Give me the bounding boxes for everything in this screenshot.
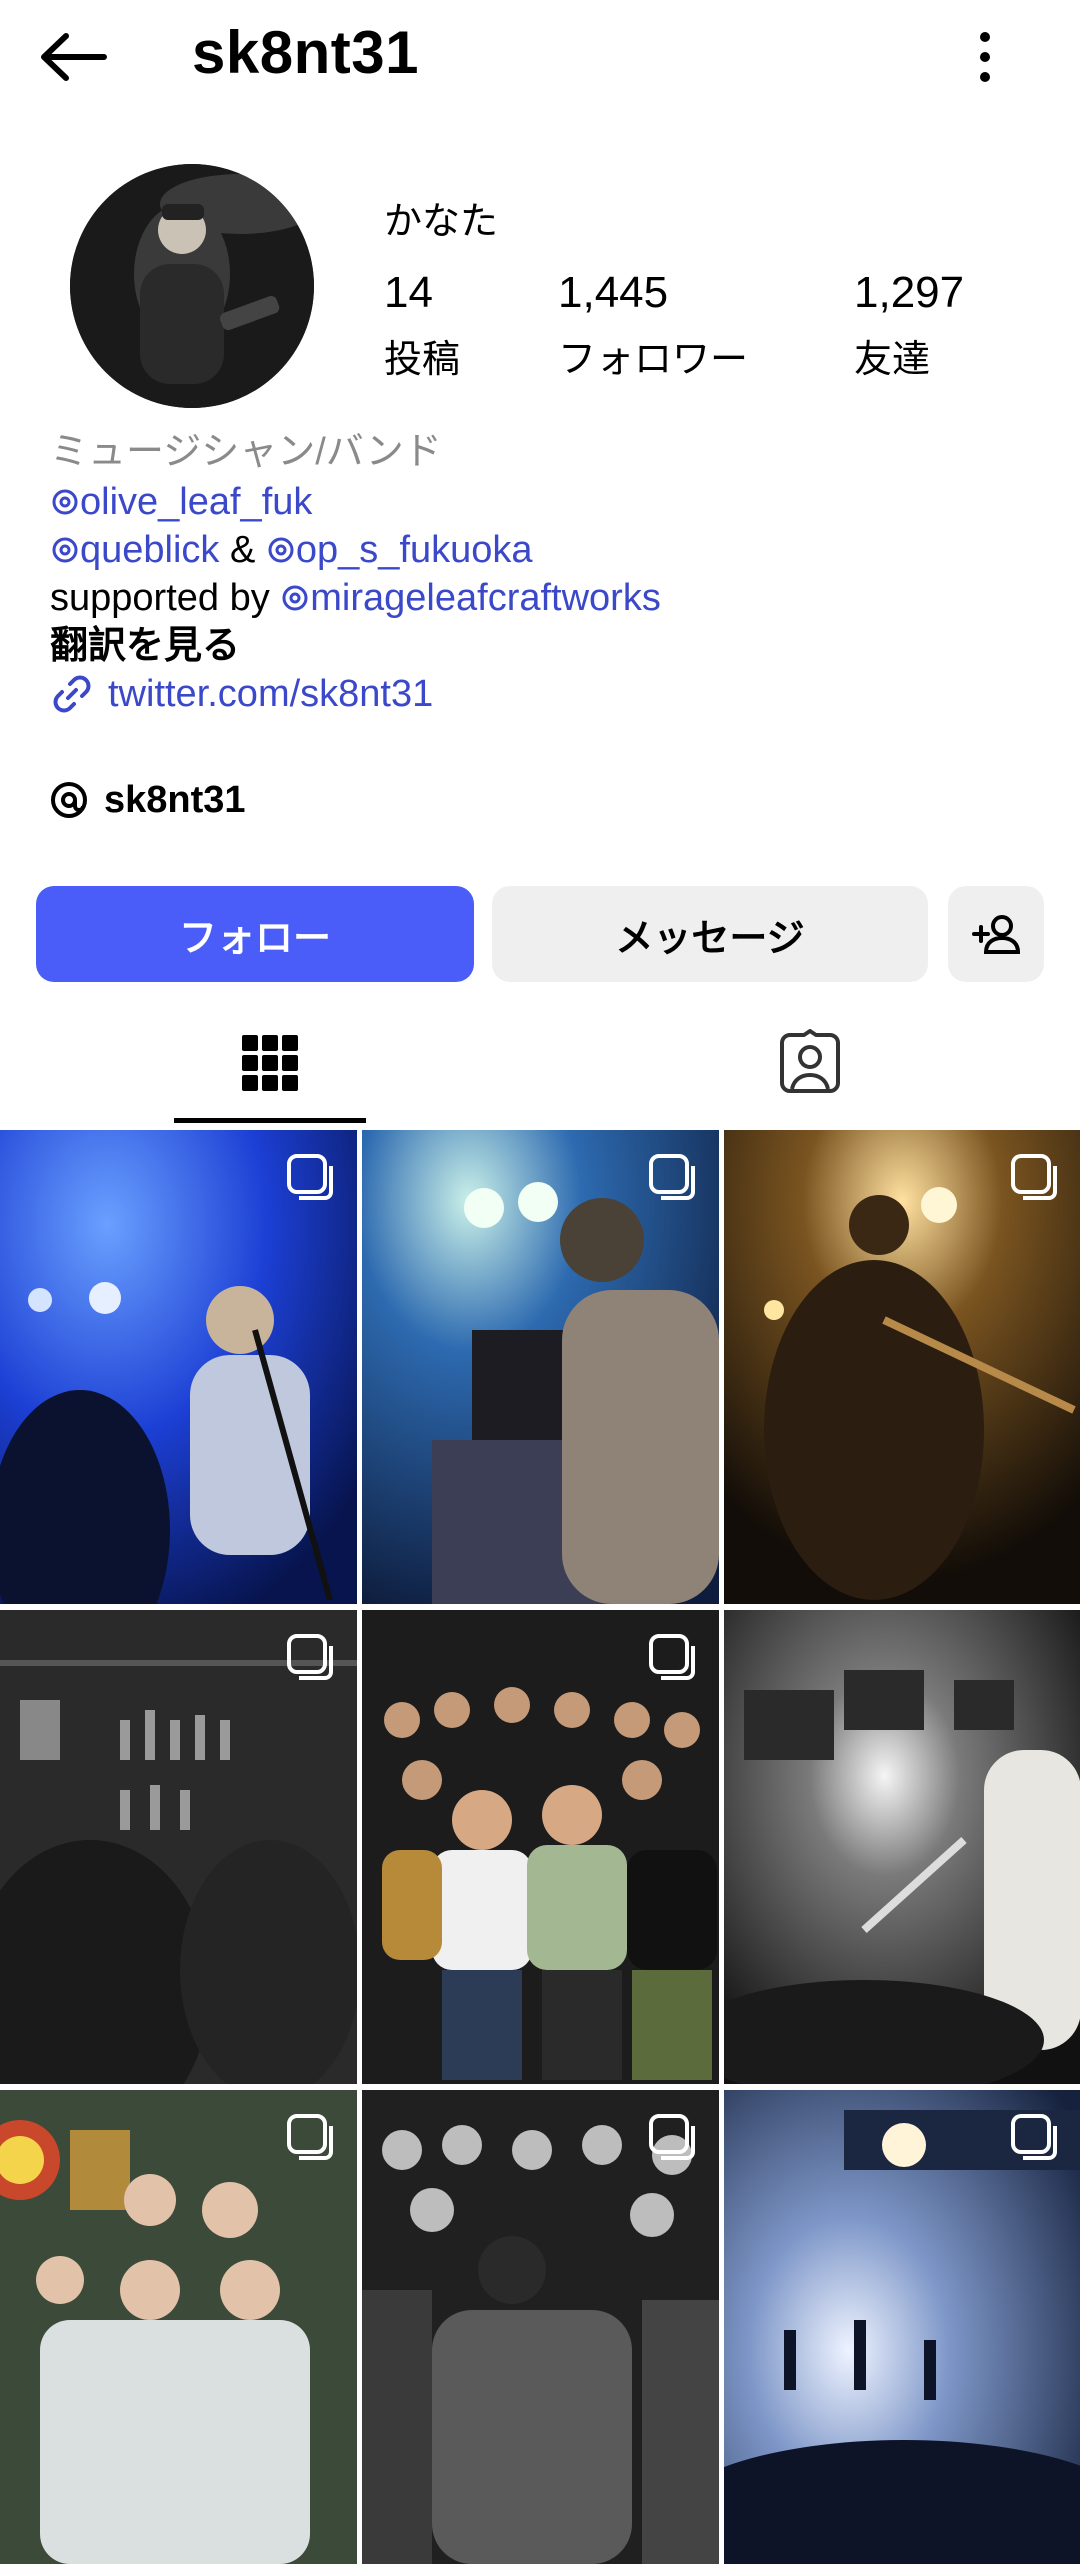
display-name: かなた (384, 201, 499, 243)
mention-link[interactable]: op_s_fukuoka (266, 529, 533, 571)
stat-label: 投稿 (384, 339, 461, 381)
suggest-user-button[interactable] (948, 886, 1044, 982)
profile-tabs (0, 1000, 1080, 1126)
mention-text: olive_leaf_fuk (80, 481, 313, 523)
stat-value: 14 (384, 268, 433, 317)
translate-link[interactable]: 翻訳を見る (50, 622, 1040, 670)
carousel-icon (287, 1154, 333, 1200)
post-tile[interactable] (362, 1610, 719, 2084)
carousel-icon (287, 2114, 333, 2160)
threads-badge[interactable]: sk8nt31 (48, 772, 246, 828)
threads-at-icon (268, 537, 294, 563)
carousel-icon (287, 1634, 333, 1680)
supported-by-text: supported by (50, 577, 270, 619)
post-tile[interactable] (362, 1130, 719, 1604)
post-tile[interactable] (0, 2090, 357, 2564)
mention-text: mirageleafcraftworks (310, 577, 661, 619)
threads-icon (51, 782, 87, 818)
carousel-icon (1011, 1154, 1057, 1200)
top-bar: sk8nt31 (0, 0, 1080, 118)
external-link-text: twitter.com/sk8nt31 (108, 673, 434, 715)
link-icon (53, 675, 91, 713)
friends-count[interactable]: 1,297 友達 (854, 268, 964, 383)
post-tile[interactable] (724, 1130, 1080, 1604)
mention-text: queblick (80, 529, 220, 571)
post-tile[interactable] (724, 2090, 1080, 2564)
post-tile[interactable] (0, 1610, 357, 2084)
profile-username-title: sk8nt31 (192, 19, 419, 86)
post-tile[interactable] (362, 2090, 719, 2564)
carousel-icon (1011, 2114, 1057, 2160)
ampersand-text: & (229, 529, 256, 571)
tagged-person-icon (780, 1029, 840, 1093)
profile-bio: ミュージシャン/バンド olive_leaf_fuk queblick & op… (50, 428, 1040, 718)
avatar-photo (70, 164, 314, 408)
threads-handle: sk8nt31 (104, 778, 246, 821)
back-button[interactable] (28, 24, 118, 90)
threads-at-icon (52, 537, 78, 563)
mention-link[interactable]: olive_leaf_fuk (50, 481, 312, 523)
post-tile[interactable] (0, 1130, 357, 1604)
carousel-icon (649, 2114, 695, 2160)
stat-value: 1,297 (854, 268, 965, 317)
category-label: ミュージシャン/バンド (50, 431, 442, 473)
grid-icon (242, 1035, 298, 1091)
tab-tagged[interactable] (540, 1000, 1080, 1126)
tab-posts-grid[interactable] (0, 1000, 540, 1126)
followers-count[interactable]: 1,445 フォロワー (558, 268, 748, 383)
carousel-icon (649, 1634, 695, 1680)
back-arrow-icon (41, 33, 107, 81)
stat-label: 友達 (854, 339, 931, 381)
more-options-button[interactable] (950, 20, 1020, 94)
add-user-icon (972, 915, 1021, 954)
stat-label: フォロワー (558, 339, 749, 381)
message-button[interactable]: メッセージ (492, 886, 928, 982)
post-tile[interactable] (724, 1610, 1080, 2084)
carousel-icon (649, 1154, 695, 1200)
external-link[interactable]: twitter.com/sk8nt31 (50, 670, 1040, 718)
stat-value: 1,445 (558, 268, 669, 317)
mention-text: op_s_fukuoka (295, 529, 533, 571)
active-tab-indicator (174, 1118, 366, 1123)
post-photo (724, 1610, 1080, 2084)
mention-link[interactable]: mirageleafcraftworks (280, 577, 661, 619)
threads-at-icon (282, 585, 308, 611)
profile-avatar[interactable] (70, 164, 314, 408)
follow-button[interactable]: フォロー (36, 886, 474, 982)
threads-at-icon (52, 489, 78, 515)
more-vertical-icon (980, 32, 990, 82)
posts-count[interactable]: 14 投稿 (384, 268, 460, 383)
mention-link[interactable]: queblick (50, 529, 219, 571)
